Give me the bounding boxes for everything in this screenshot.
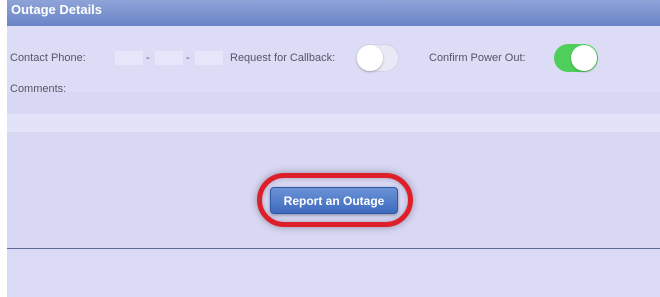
toggle-knob [571, 45, 597, 71]
callback-toggle[interactable] [355, 44, 399, 72]
section-header: Outage Details [7, 0, 660, 27]
confirm-power-out-label: Confirm Power Out: [429, 52, 526, 64]
confirm-power-out-toggle[interactable] [554, 44, 598, 72]
highlight-ring [257, 173, 413, 227]
footer-area [7, 249, 660, 297]
comments-label: Comments: [10, 83, 67, 95]
phone-dash: - [146, 52, 150, 64]
comments-input[interactable] [7, 114, 660, 132]
section-title: Outage Details [11, 2, 103, 17]
toggle-knob [357, 45, 383, 71]
phone-line-input[interactable] [195, 51, 223, 65]
callback-label: Request for Callback: [230, 52, 336, 64]
phone-area-code-input[interactable] [115, 51, 143, 65]
contact-phone-label: Contact Phone: [10, 52, 86, 64]
phone-prefix-input[interactable] [155, 51, 183, 65]
phone-dash: - [186, 52, 190, 64]
